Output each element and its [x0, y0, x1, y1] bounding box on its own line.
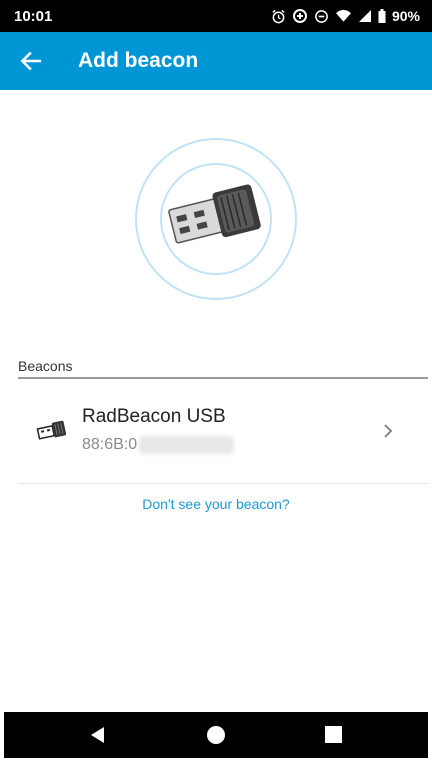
usb-beacon-icon — [36, 420, 67, 440]
signal-icon — [358, 10, 371, 22]
list-divider — [18, 483, 428, 484]
status-bar: 10:01 90% — [0, 0, 432, 32]
beacon-address-text: 88:6B:0 — [82, 436, 138, 453]
navigation-bar — [4, 712, 428, 758]
beacon-address: 88:6B:0 — [82, 435, 235, 455]
page-title: Add beacon — [78, 49, 199, 72]
nav-back-icon[interactable] — [88, 726, 108, 744]
battery-percent: 90% — [391, 8, 420, 24]
battery-icon — [378, 9, 386, 23]
beacon-list-item[interactable]: RadBeacon USB 88:6B:0 — [0, 392, 432, 470]
app-bar: Add beacon — [0, 32, 432, 90]
section-header-beacons: Beacons — [18, 358, 73, 374]
do-not-disturb-icon — [315, 9, 328, 23]
alarm-icon — [272, 9, 285, 23]
back-arrow-icon[interactable] — [18, 48, 44, 74]
section-divider — [18, 377, 428, 379]
nav-recents-icon[interactable] — [325, 726, 342, 743]
status-time: 10:01 — [14, 8, 53, 25]
usb-beacon-illustration — [135, 138, 297, 300]
data-saver-icon — [292, 9, 307, 23]
status-icons: 90% — [271, 6, 420, 26]
dont-see-beacon-link[interactable]: Don't see your beacon? — [0, 496, 432, 512]
beacon-name: RadBeacon USB — [82, 406, 226, 427]
redacted-address — [139, 436, 235, 454]
wifi-icon — [335, 9, 352, 22]
chevron-right-icon — [384, 424, 393, 438]
nav-home-icon[interactable] — [207, 726, 225, 744]
